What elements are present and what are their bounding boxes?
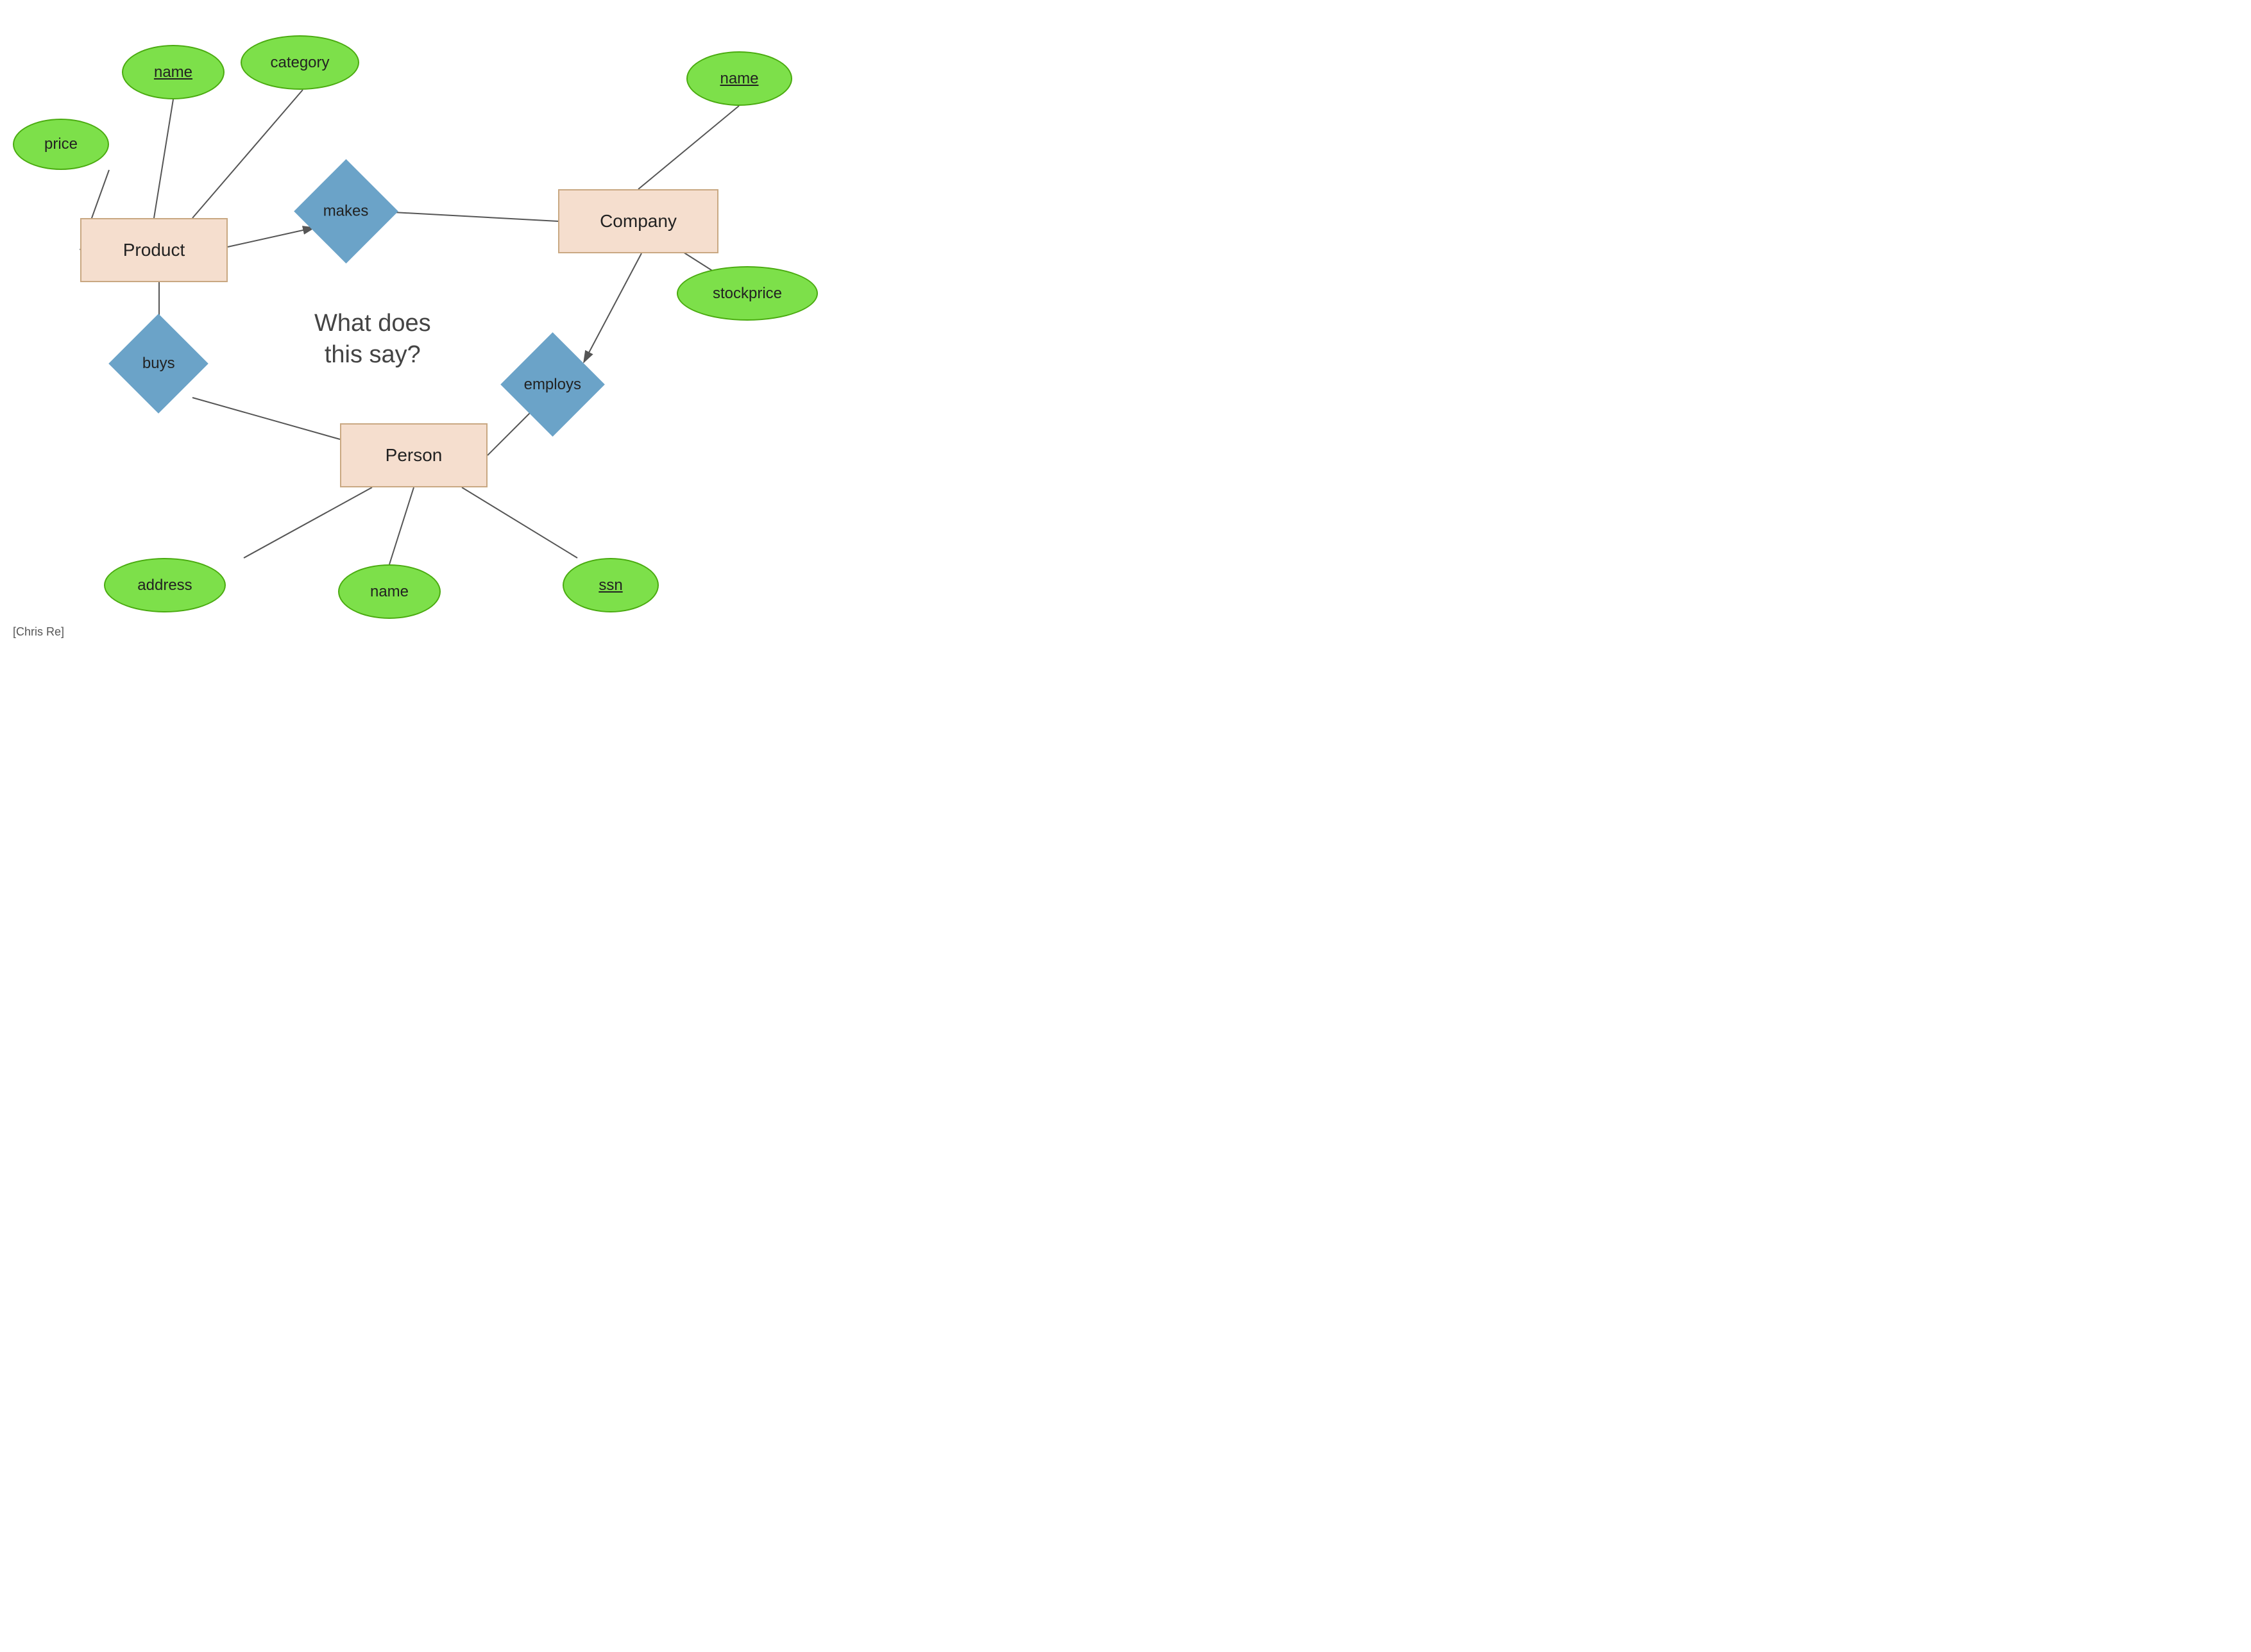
relation-buys-label: buys [142,355,175,373]
entity-person-label: Person [386,445,443,466]
entity-company-label: Company [600,211,677,232]
attr-product-price: price [13,119,109,170]
attr-company-stockprice: stockprice [677,266,818,321]
relation-makes: makes [294,159,398,264]
question-text: What does this say? [314,308,431,371]
attr-product-category-label: category [270,54,329,72]
attr-company-name: name [686,51,792,106]
attr-person-name-label: name [370,583,409,601]
attr-person-ssn: ssn [563,558,659,612]
diagram-container: Product Company Person makes buys employ… [0,0,901,661]
relation-employs-label: employs [524,376,581,394]
attr-person-address-label: address [137,577,192,594]
entity-company: Company [558,189,718,253]
relation-employs: employs [500,332,605,437]
entity-product-label: Product [123,240,185,260]
question-line2: this say? [325,341,421,368]
attr-product-category: category [241,35,359,90]
relation-makes-label: makes [323,203,369,221]
attr-product-name: name [122,45,225,99]
question-line1: What does [314,310,431,337]
attr-product-name-label: name [154,63,192,81]
attr-company-name-label: name [720,70,758,88]
attr-person-ssn-label: ssn [599,577,622,594]
attr-company-stockprice-label: stockprice [713,285,782,303]
attr-person-address: address [104,558,226,612]
credit-text-span: [Chris Re] [13,625,64,638]
entity-person: Person [340,423,488,487]
attr-person-name: name [338,564,441,619]
attr-product-price-label: price [44,135,78,153]
credit-label: [Chris Re] [13,625,64,639]
entity-product: Product [80,218,228,282]
relation-buys: buys [108,314,208,414]
